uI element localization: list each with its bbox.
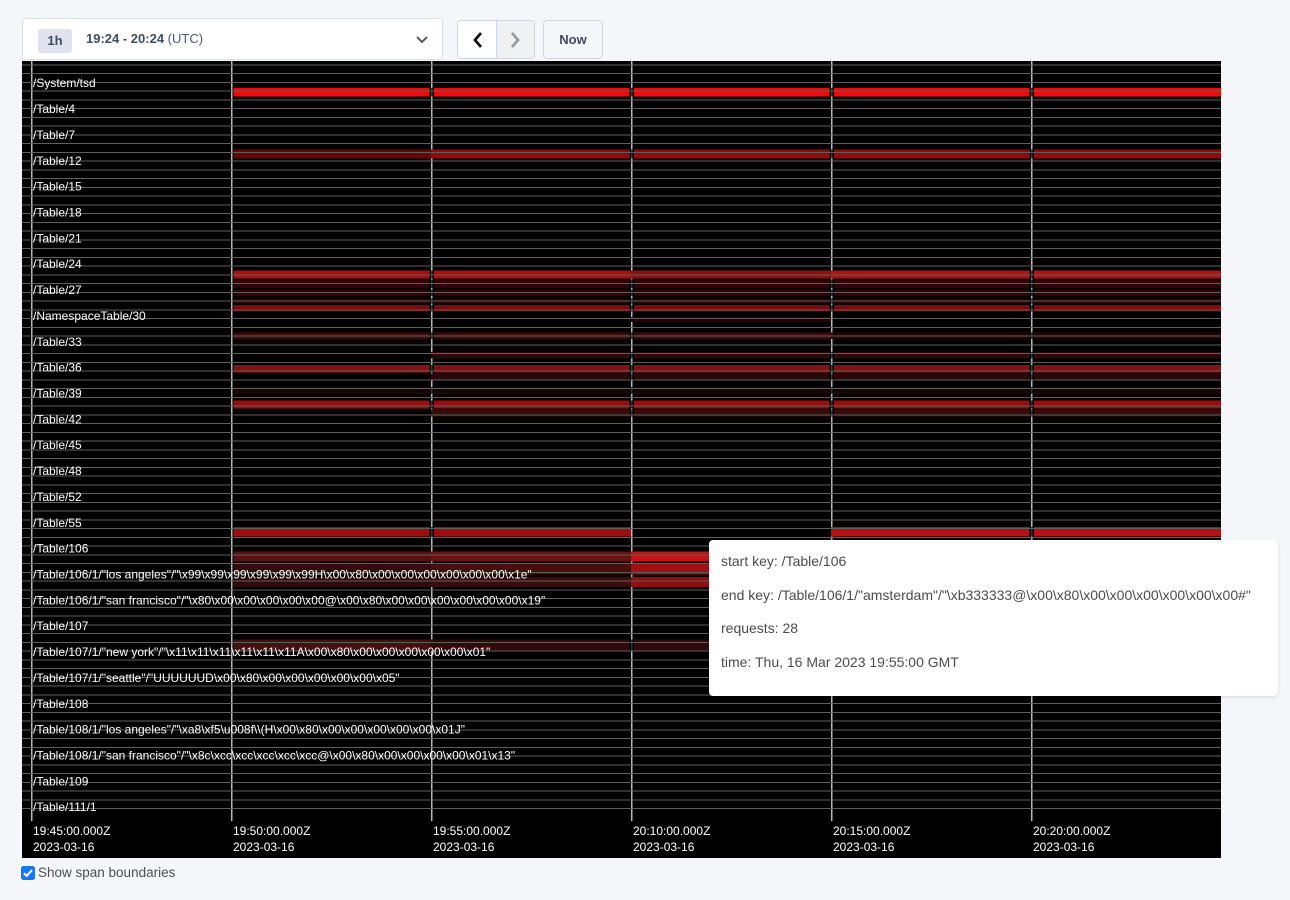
svg-text:19:45:00.000Z: 19:45:00.000Z: [33, 824, 110, 838]
svg-text:/Table/4: /Table/4: [33, 102, 75, 116]
svg-text:2023-03-16: 2023-03-16: [1033, 840, 1095, 854]
svg-text:/Table/107/1/"new york"/"\x11\: /Table/107/1/"new york"/"\x11\x11\x11\x1…: [33, 645, 490, 659]
svg-text:/Table/33: /Table/33: [33, 335, 82, 349]
svg-text:/Table/27: /Table/27: [33, 283, 82, 297]
svg-text:/Table/42: /Table/42: [33, 412, 82, 426]
svg-text:2023-03-16: 2023-03-16: [833, 840, 895, 854]
svg-text:/Table/21: /Table/21: [33, 231, 82, 245]
svg-text:/Table/109: /Table/109: [33, 774, 89, 788]
svg-text:20:20:00.000Z: 20:20:00.000Z: [1033, 824, 1110, 838]
svg-text:/Table/36: /Table/36: [33, 361, 82, 375]
svg-text:/Table/111/1: /Table/111/1: [33, 800, 97, 814]
svg-text:19:50:00.000Z: 19:50:00.000Z: [233, 824, 310, 838]
svg-text:2023-03-16: 2023-03-16: [433, 840, 495, 854]
svg-text:/Table/106/1/"san francisco"/": /Table/106/1/"san francisco"/"\x80\x00\x…: [33, 593, 545, 607]
svg-text:/Table/39: /Table/39: [33, 387, 82, 401]
svg-text:2023-03-16: 2023-03-16: [633, 840, 695, 854]
svg-text:/Table/45: /Table/45: [33, 438, 82, 452]
svg-text:19:55:00.000Z: 19:55:00.000Z: [433, 824, 510, 838]
svg-text:2023-03-16: 2023-03-16: [33, 840, 95, 854]
svg-text:20:15:00.000Z: 20:15:00.000Z: [833, 824, 910, 838]
svg-text:/Table/108: /Table/108: [33, 697, 89, 711]
svg-text:/Table/108/1/"san francisco"/": /Table/108/1/"san francisco"/"\x8c\xcc\x…: [33, 749, 515, 763]
svg-text:/Table/15: /Table/15: [33, 180, 82, 194]
svg-text:/System/tsd: /System/tsd: [33, 76, 96, 90]
svg-text:/Table/55: /Table/55: [33, 516, 82, 530]
svg-text:/Table/24: /Table/24: [33, 257, 82, 271]
svg-text:/Table/12: /Table/12: [33, 154, 82, 168]
svg-text:/Table/106/1/"los angeles"/"\x: /Table/106/1/"los angeles"/"\x99\x99\x99…: [33, 568, 532, 582]
svg-text:/Table/7: /Table/7: [33, 128, 75, 142]
svg-text:/Table/48: /Table/48: [33, 464, 82, 478]
svg-text:/Table/107: /Table/107: [33, 619, 89, 633]
svg-text:/Table/108/1/"los angeles"/"\x: /Table/108/1/"los angeles"/"\xa8\xf5\u00…: [33, 723, 465, 737]
svg-text:/Table/52: /Table/52: [33, 490, 82, 504]
svg-text:20:10:00.000Z: 20:10:00.000Z: [633, 824, 710, 838]
svg-text:/NamespaceTable/30: /NamespaceTable/30: [33, 309, 146, 323]
svg-text:/Table/18: /Table/18: [33, 206, 82, 220]
svg-text:/Table/106: /Table/106: [33, 542, 89, 556]
svg-text:2023-03-16: 2023-03-16: [233, 840, 295, 854]
svg-text:/Table/107/1/"seattle"/"UUUUUU: /Table/107/1/"seattle"/"UUUUUUD\x00\x80\…: [33, 671, 400, 685]
